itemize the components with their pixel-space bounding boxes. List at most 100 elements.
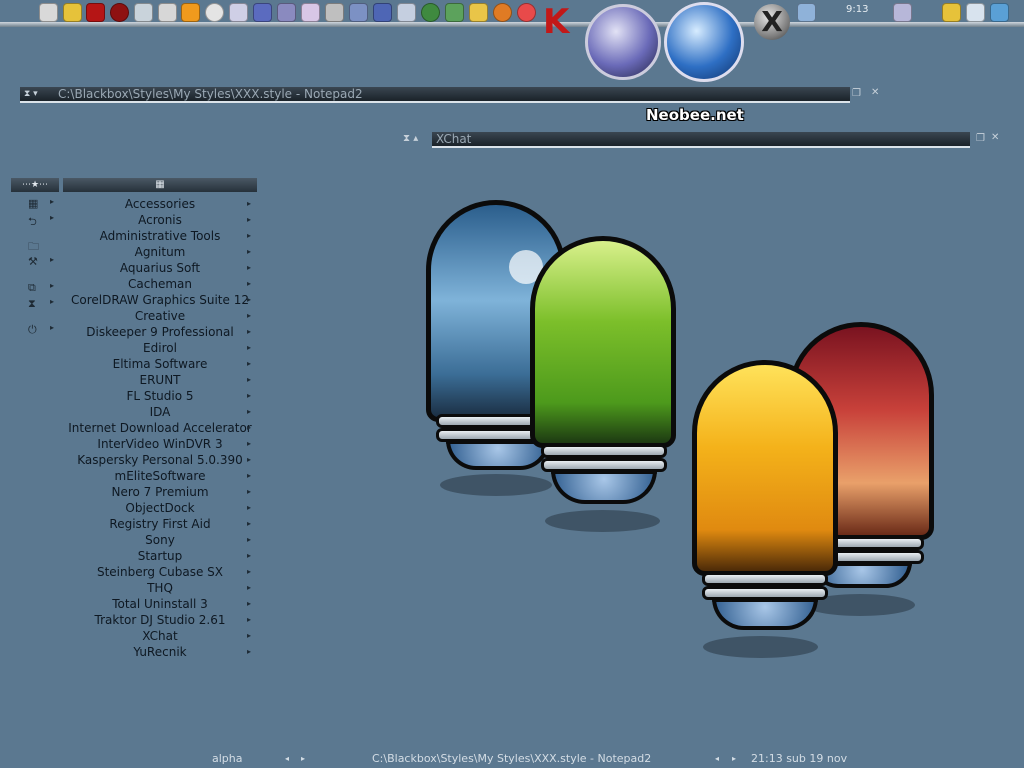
gear-icon[interactable]	[421, 3, 440, 22]
menu-item-label: XChat	[142, 629, 178, 643]
document-icon[interactable]	[253, 3, 272, 22]
workspace-prev-arrow[interactable]: ◂	[285, 754, 289, 763]
tools-icon[interactable]	[277, 3, 296, 22]
menu-programs-header[interactable]: ▦	[63, 178, 257, 192]
tray-icon[interactable]	[893, 3, 912, 22]
menu-item[interactable]: Cacheman ▸	[63, 276, 257, 292]
submenu-arrow-icon: ▸	[246, 455, 251, 464]
menu-item[interactable]: Registry First Aid ▸	[63, 516, 257, 532]
menu-item-label: Administrative Tools	[99, 229, 221, 243]
menu-item-label: Nero 7 Premium	[111, 485, 209, 499]
close-icon[interactable]: ✕	[871, 87, 879, 98]
folder-icon[interactable]	[469, 3, 488, 22]
side-workspace-icon[interactable]: ⧗ ▸	[28, 297, 58, 311]
menu-item[interactable]: InterVideo WinDVR 3 ▸	[63, 436, 257, 452]
power-icon[interactable]	[942, 3, 961, 22]
submenu-arrow-icon: ▸	[246, 567, 251, 576]
spring-bulb	[530, 236, 676, 448]
menu-item[interactable]: Aquarius Soft ▸	[63, 260, 257, 276]
menu-item[interactable]: ObjectDock ▸	[63, 500, 257, 516]
minimize-icon[interactable]: ⧗ ▾	[24, 87, 38, 101]
lifebuoy-icon[interactable]	[517, 3, 536, 22]
browser-icon[interactable]	[493, 3, 512, 22]
lightning-icon[interactable]	[63, 3, 82, 22]
globe-blue-icon[interactable]	[664, 2, 744, 82]
network-icon[interactable]	[86, 3, 105, 22]
side-recent-icon[interactable]: ⮌ ▸	[28, 213, 58, 232]
menu-item[interactable]: Eltima Software ▸	[63, 356, 257, 372]
submenu-arrow-icon: ▸	[246, 199, 251, 208]
menu-item[interactable]: Kaspersky Personal 5.0.390 ▸	[63, 452, 257, 468]
wrench-icon[interactable]	[445, 3, 464, 22]
window-next-arrow[interactable]: ▸	[732, 754, 736, 763]
submenu-arrow-icon: ▸	[246, 471, 251, 480]
side-windows-icon[interactable]: ⧉ ▸	[28, 281, 58, 295]
submenu-arrow-icon: ▸	[246, 519, 251, 528]
window-prev-arrow[interactable]: ◂	[715, 754, 719, 763]
menu-favorites-header[interactable]: ⋯★⋯	[11, 178, 59, 192]
top-dock: K X 9:13	[0, 0, 1024, 82]
side-programs-icon[interactable]: ▦ ▸	[28, 197, 58, 210]
menu-item[interactable]: Creative ▸	[63, 308, 257, 324]
menu-item[interactable]: Traktor DJ Studio 2.61 ▸	[63, 612, 257, 628]
xchat-minimize-icon[interactable]: ⧗ ▴	[403, 133, 418, 144]
usb-icon[interactable]	[797, 3, 816, 22]
xchat-titlebar[interactable]: XChat	[432, 132, 970, 148]
globe-violet-icon[interactable]	[585, 4, 661, 80]
kaspersky-icon[interactable]: K	[543, 3, 579, 41]
xchat-restore-icon[interactable]: ❐	[976, 133, 985, 144]
notepad-titlebar[interactable]: ⧗ ▾ C:\Blackbox\Styles\My Styles\XXX.sty…	[20, 87, 850, 103]
menu-item[interactable]: ERUNT ▸	[63, 372, 257, 388]
menu-item[interactable]: IDA ▸	[63, 404, 257, 420]
menu-item[interactable]: Sony ▸	[63, 532, 257, 548]
restore-icon[interactable]: ❐	[852, 88, 861, 99]
image-icon[interactable]	[373, 3, 392, 22]
xchat-close-icon[interactable]: ✕	[991, 132, 999, 143]
menu-item-label: Internet Download Accelerator	[68, 421, 252, 435]
menu-item-label: Steinberg Cubase SX	[96, 565, 224, 579]
close-x-icon[interactable]: X	[754, 4, 790, 40]
menu-item-label: ObjectDock	[125, 501, 195, 515]
fl-studio-icon[interactable]	[181, 3, 200, 22]
menu-item[interactable]: YuRecnik ▸	[63, 644, 257, 660]
menu-item[interactable]: Nero 7 Premium ▸	[63, 484, 257, 500]
record-icon[interactable]	[110, 3, 129, 22]
film-icon[interactable]	[325, 3, 344, 22]
side-tools-icon[interactable]: ⚒ ▸	[28, 255, 58, 268]
menu-item[interactable]: XChat ▸	[63, 628, 257, 644]
menu-item[interactable]: FL Studio 5 ▸	[63, 388, 257, 404]
submenu-arrow-icon: ▸	[246, 615, 251, 624]
paint-icon[interactable]	[301, 3, 320, 22]
menu-item[interactable]: Internet Download Accelerator ▸	[63, 420, 257, 436]
menu-item[interactable]: Accessories ▸	[63, 196, 257, 212]
status-bar: alpha ◂ ▸ C:\Blackbox\Styles\My Styles\X…	[0, 750, 1024, 768]
side-power-icon[interactable]: ⏻ ▸	[28, 323, 58, 337]
menu-item[interactable]: Total Uninstall 3 ▸	[63, 596, 257, 612]
menu-item[interactable]: Startup ▸	[63, 548, 257, 564]
media-player-icon[interactable]	[158, 3, 177, 22]
menu-item-label: Sony	[145, 533, 175, 547]
menu-item[interactable]: Agnitum ▸	[63, 244, 257, 260]
menu-item[interactable]: Administrative Tools ▸	[63, 228, 257, 244]
disk-icon[interactable]	[229, 3, 248, 22]
menu-item[interactable]: Acronis ▸	[63, 212, 257, 228]
window-icon[interactable]	[966, 3, 985, 22]
monitor-icon[interactable]	[349, 3, 368, 22]
drive-icon[interactable]	[134, 3, 153, 22]
cd-icon[interactable]	[205, 3, 224, 22]
submenu-arrow-icon: ▸	[246, 439, 251, 448]
menu-item[interactable]: Diskeeper 9 Professional ▸	[63, 324, 257, 340]
menu-item[interactable]: Steinberg Cubase SX ▸	[63, 564, 257, 580]
active-window-label[interactable]: C:\Blackbox\Styles\My Styles\XXX.style -…	[372, 752, 651, 765]
menu-item[interactable]: mEliteSoftware ▸	[63, 468, 257, 484]
menu-item-label: IDA	[149, 405, 171, 419]
menu-item[interactable]: THQ ▸	[63, 580, 257, 596]
notes-icon[interactable]	[990, 3, 1009, 22]
calendar-icon[interactable]	[39, 3, 58, 22]
menu-item[interactable]: CorelDRAW Graphics Suite 12 ▸	[63, 292, 257, 308]
wand-icon[interactable]	[397, 3, 416, 22]
workspace-next-arrow[interactable]: ▸	[301, 754, 305, 763]
submenu-arrow-icon: ▸	[246, 583, 251, 592]
menu-item[interactable]: Edirol ▸	[63, 340, 257, 356]
workspace-label[interactable]: alpha	[212, 752, 243, 765]
